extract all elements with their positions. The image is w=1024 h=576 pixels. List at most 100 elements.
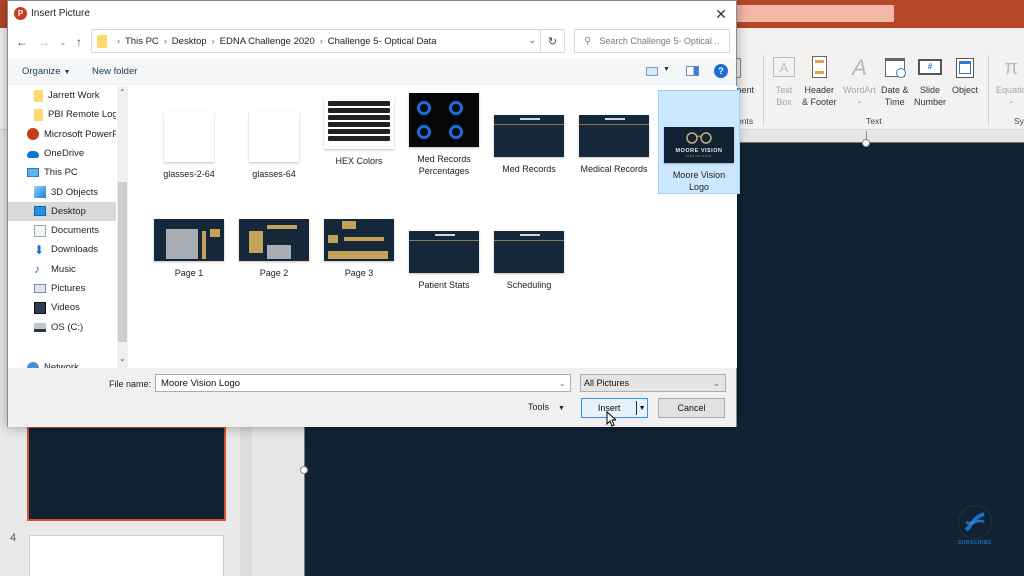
navigation-pane-scrollbar[interactable]: ⌃ ⌄: [117, 86, 128, 368]
breadcrumb-edna-challenge[interactable]: EDNA Challenge 2020: [220, 36, 315, 47]
file-item[interactable]: Scheduling: [488, 219, 570, 291]
file-item[interactable]: Patient Stats: [403, 219, 485, 291]
nav-item-pictures[interactable]: Pictures: [8, 279, 116, 298]
dialog-titlebar[interactable]: P Insert Picture ✕: [8, 1, 736, 27]
chevron-down-icon: ⌄: [713, 379, 720, 388]
resize-handle-left[interactable]: [300, 466, 308, 474]
rotation-handle[interactable]: [862, 139, 870, 147]
folder-icon: [34, 108, 43, 121]
dialog-toolbar: Organize ▼ New folder ▼ ?: [8, 59, 736, 85]
donut-mark: [449, 125, 463, 139]
file-name-input[interactable]: [155, 374, 571, 392]
object-button[interactable]: Object: [952, 56, 978, 96]
breadcrumb-this-pc[interactable]: This PC: [125, 36, 159, 47]
file-item[interactable]: Medical Records: [573, 103, 655, 175]
slide-number-button[interactable]: # Slide Number: [914, 56, 946, 108]
forward-arrow-icon[interactable]: →: [36, 33, 52, 51]
powerpoint-icon: [27, 128, 39, 141]
powerpoint-search-box[interactable]: [736, 5, 894, 22]
file-name-history-chevron-icon[interactable]: ⌄: [559, 379, 566, 388]
new-folder-button[interactable]: New folder: [92, 66, 137, 77]
header-footer-button[interactable]: Header & Footer: [802, 56, 837, 108]
desktop-icon: [34, 206, 46, 217]
slide-thumbnail[interactable]: [29, 535, 224, 576]
color-swatch-bar: [328, 122, 390, 127]
file-item[interactable]: Page 2: [233, 219, 315, 279]
subscribe-watermark[interactable]: SUBSCRIBE: [950, 505, 1000, 547]
nav-item-music[interactable]: ♪ Music: [8, 260, 116, 279]
text-box-button[interactable]: A Text Box: [772, 56, 796, 108]
color-swatch-bar: [328, 129, 390, 134]
nav-item-label: Desktop: [51, 205, 86, 217]
insert-options-caret-icon[interactable]: ▼: [637, 405, 647, 412]
nav-item-microsoft-powerp[interactable]: Microsoft PowerP: [8, 125, 116, 144]
nav-item-pbi-remote-logi[interactable]: PBI Remote Logi: [8, 105, 116, 124]
nav-item-documents[interactable]: Documents: [8, 221, 116, 240]
nav-item-this-pc[interactable]: This PC: [8, 163, 116, 182]
recent-locations-chevron-icon[interactable]: ⌄: [55, 33, 71, 51]
help-icon[interactable]: ?: [714, 64, 728, 78]
nav-item-videos[interactable]: Videos: [8, 298, 116, 317]
file-name-label: Moore Vision Logo: [672, 170, 726, 192]
file-item[interactable]: Page 1: [148, 219, 230, 279]
preview-pane-icon[interactable]: [686, 66, 699, 76]
equation-button[interactable]: π Equatio ⌄: [996, 56, 1024, 108]
breadcrumb-separator: ›: [163, 36, 167, 46]
file-item[interactable]: MOORE VISION OPTICIANS Moore Vision Logo: [658, 90, 740, 194]
header-footer-icon: [807, 56, 831, 80]
ribbon-partial-icon: [733, 56, 761, 80]
search-box[interactable]: ⚲: [574, 29, 730, 53]
dialog-title: Insert Picture: [31, 8, 90, 19]
scroll-up-icon[interactable]: ⌃: [119, 88, 126, 97]
breadcrumb-separator: ›: [319, 36, 323, 46]
file-name-label: Med Records: [502, 164, 556, 174]
scroll-down-icon[interactable]: ⌄: [119, 354, 126, 363]
cancel-button[interactable]: Cancel: [658, 398, 725, 418]
organize-button[interactable]: Organize ▼: [22, 66, 71, 77]
file-thumbnail: [164, 112, 214, 162]
file-name-label: HEX Colors: [335, 156, 383, 166]
nav-item-3d-objects[interactable]: 3D Objects: [8, 183, 116, 202]
thumb-block: [267, 225, 297, 229]
refresh-icon[interactable]: ↻: [541, 29, 565, 53]
nav-item-label: OS (C:): [51, 321, 84, 333]
file-name-label: Med Records Percentages: [417, 154, 471, 176]
tools-button[interactable]: Tools ▼: [528, 402, 565, 412]
close-icon[interactable]: ✕: [710, 3, 732, 25]
file-thumbnail: [324, 219, 394, 261]
file-type-select[interactable]: All Pictures ⌄: [580, 374, 726, 392]
up-arrow-icon[interactable]: ↑: [71, 33, 87, 51]
thumb-header-line: [409, 240, 479, 241]
file-item[interactable]: glasses-2-64: [148, 103, 230, 180]
file-item[interactable]: HEX Colors: [318, 97, 400, 167]
breadcrumb-desktop[interactable]: Desktop: [172, 36, 207, 47]
document-icon: [34, 224, 46, 237]
view-options-caret-icon[interactable]: ▼: [663, 66, 670, 73]
file-item[interactable]: Med Records Percentages: [403, 93, 485, 177]
address-history-chevron-icon[interactable]: ⌄: [528, 35, 536, 46]
nav-item-network[interactable]: Network: [8, 358, 116, 368]
search-input[interactable]: [599, 36, 720, 46]
breadcrumb-current-folder[interactable]: Challenge 5- Optical Data: [328, 36, 437, 47]
donut-mark: [417, 101, 431, 115]
date-time-button[interactable]: Date & Time: [881, 56, 909, 108]
file-name-label: Page 3: [344, 268, 374, 278]
nav-item-downloads[interactable]: ⬇ Downloads: [8, 240, 116, 259]
slide-thumbnail-selected[interactable]: [27, 426, 226, 521]
nav-item-label: OneDrive: [44, 147, 85, 159]
address-bar[interactable]: › This PC › Desktop › EDNA Challenge 202…: [91, 29, 541, 53]
file-item[interactable]: glasses-64: [233, 103, 315, 180]
nav-item-jarrett-work[interactable]: Jarrett Work: [8, 86, 116, 105]
file-item[interactable]: Page 3: [318, 219, 400, 279]
scrollbar-thumb[interactable]: [118, 182, 127, 342]
nav-item-os-c[interactable]: OS (C:): [8, 318, 116, 337]
wordart-button[interactable]: A WordArt ⌄: [843, 56, 876, 108]
ribbon-partial-button[interactable]: ment: [733, 56, 761, 96]
change-view-icon[interactable]: [646, 67, 658, 76]
file-thumbnail: [409, 93, 479, 147]
file-item[interactable]: Med Records: [488, 103, 570, 175]
nav-item-onedrive[interactable]: OneDrive: [8, 144, 116, 163]
back-arrow-icon[interactable]: ←: [14, 33, 30, 51]
color-swatch-bar: [328, 108, 390, 113]
nav-item-desktop[interactable]: Desktop: [8, 201, 116, 221]
